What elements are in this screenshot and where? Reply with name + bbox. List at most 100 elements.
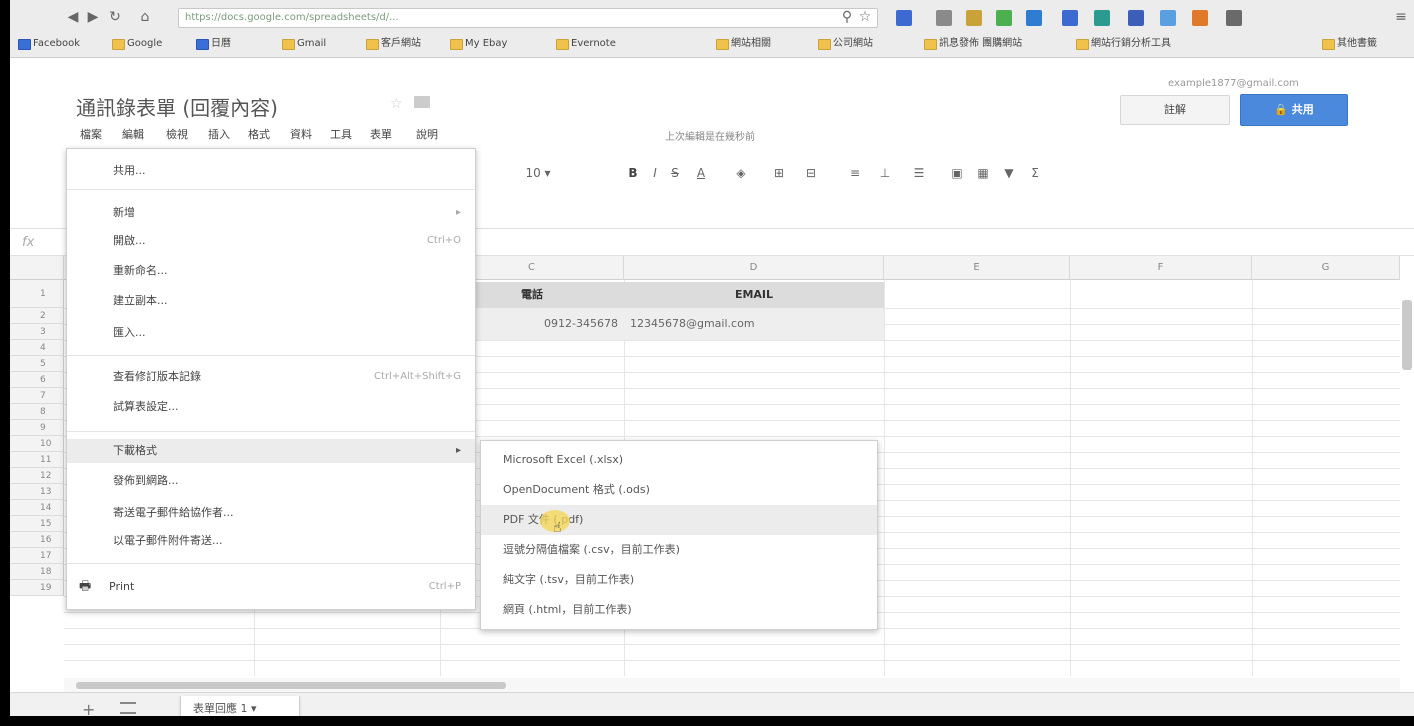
url-bar[interactable]: https://docs.google.com/spreadsheets/d/.… bbox=[178, 8, 878, 28]
extension-icon[interactable] bbox=[1192, 10, 1208, 26]
menu-edit[interactable]: 編輯 bbox=[122, 126, 144, 142]
extension-icon[interactable] bbox=[966, 10, 982, 26]
download-ods[interactable]: OpenDocument 格式 (.ods) bbox=[481, 475, 877, 505]
column-header[interactable]: F bbox=[1070, 256, 1252, 280]
file-menu-publish[interactable]: 發佈到網路... bbox=[67, 469, 475, 493]
cell-email[interactable]: 12345678@gmail.com bbox=[624, 308, 884, 340]
sheet-list-icon[interactable] bbox=[120, 702, 136, 714]
download-tsv[interactable]: 純文字 (.tsv，目前工作表) bbox=[481, 565, 877, 595]
column-header[interactable]: G bbox=[1252, 256, 1400, 280]
file-menu-share[interactable]: 共用... bbox=[67, 159, 475, 183]
shortcut-label: Ctrl+P bbox=[428, 581, 461, 592]
extension-icon[interactable] bbox=[1128, 10, 1144, 26]
share-label: 共用 bbox=[1291, 103, 1314, 116]
file-menu-email-collaborators[interactable]: 寄送電子郵件給協作者... bbox=[67, 501, 475, 525]
submenu-arrow-icon: ▸ bbox=[455, 445, 461, 456]
browser-menu-icon[interactable]: ≡ bbox=[1392, 8, 1410, 26]
bookmark-item[interactable]: Evernote bbox=[556, 37, 616, 51]
file-menu-rename[interactable]: 重新命名... bbox=[67, 259, 475, 283]
italic-icon[interactable]: I bbox=[646, 164, 664, 182]
extension-icon[interactable] bbox=[1160, 10, 1176, 26]
file-menu-email-attachment[interactable]: 以電子郵件附件寄送... bbox=[67, 529, 475, 553]
forward-icon[interactable]: ▶ bbox=[84, 8, 102, 26]
last-edit-hint[interactable]: 上次編輯是在幾秒前 bbox=[665, 128, 755, 143]
bold-icon[interactable]: B bbox=[624, 164, 642, 182]
file-menu-import[interactable]: 匯入... bbox=[67, 321, 475, 345]
download-html[interactable]: 網頁 (.html，目前工作表) bbox=[481, 595, 877, 625]
extension-icon[interactable] bbox=[996, 10, 1012, 26]
download-csv[interactable]: 逗號分隔值檔案 (.csv，目前工作表) bbox=[481, 535, 877, 565]
insert-chart-icon[interactable]: ▦ bbox=[972, 164, 994, 182]
file-menu-make-copy[interactable]: 建立副本... bbox=[67, 289, 475, 313]
chevron-down-icon[interactable]: ▾ bbox=[251, 702, 257, 715]
bookmark-item[interactable]: 其他書籤 bbox=[1322, 37, 1377, 51]
file-menu-print[interactable]: 🖶 Print Ctrl+P bbox=[67, 575, 475, 599]
column-header[interactable]: E bbox=[884, 256, 1070, 280]
back-icon[interactable]: ◀ bbox=[64, 8, 82, 26]
menu-item-label: 重新命名... bbox=[113, 264, 168, 277]
menu-file[interactable]: 檔案 bbox=[80, 126, 102, 142]
share-button[interactable]: 🔒 共用 bbox=[1240, 94, 1348, 126]
fill-color-icon[interactable]: ◈ bbox=[730, 164, 752, 182]
insert-comment-icon[interactable]: ▣ bbox=[946, 164, 968, 182]
bookmark-item[interactable]: 公司網站 bbox=[818, 37, 873, 51]
extension-icon[interactable] bbox=[1026, 10, 1042, 26]
account-email[interactable]: example1877@gmail.com bbox=[1168, 78, 1299, 89]
file-menu-spreadsheet-settings[interactable]: 試算表設定... bbox=[67, 395, 475, 419]
align-bottom-icon[interactable]: ⊥ bbox=[874, 164, 896, 182]
extension-icon[interactable] bbox=[1226, 10, 1242, 26]
bookmark-item[interactable]: 日曆 bbox=[196, 37, 231, 51]
horizontal-scrollbar[interactable] bbox=[76, 682, 506, 689]
extension-icon[interactable] bbox=[936, 10, 952, 26]
vertical-scrollbar[interactable] bbox=[1402, 300, 1412, 370]
menu-view[interactable]: 檢視 bbox=[166, 126, 188, 142]
extension-icon[interactable] bbox=[1094, 10, 1110, 26]
bookmark-item[interactable]: 網站相關 bbox=[716, 37, 771, 51]
borders-icon[interactable]: ⊞ bbox=[768, 164, 790, 182]
menu-item-label: 發佈到網路... bbox=[113, 474, 179, 487]
font-size-dropdown[interactable]: 10 ▾ bbox=[518, 164, 558, 182]
menu-format[interactable]: 格式 bbox=[248, 126, 270, 142]
extension-icon[interactable] bbox=[1062, 10, 1078, 26]
merge-cells-icon[interactable]: ⊟ bbox=[800, 164, 822, 182]
cell-header-email[interactable]: EMAIL bbox=[624, 282, 884, 308]
reload-icon[interactable]: ↻ bbox=[106, 8, 124, 26]
bookmark-item[interactable]: Facebook bbox=[18, 37, 80, 51]
filter-icon[interactable]: ▼ bbox=[998, 164, 1020, 182]
menu-data[interactable]: 資料 bbox=[290, 126, 312, 142]
bookmark-item[interactable]: 網站行銷分析工具 bbox=[1076, 37, 1171, 51]
file-menu-download-as[interactable]: 下載格式 ▸ bbox=[67, 439, 475, 463]
file-menu-open[interactable]: 開啟... Ctrl+O bbox=[67, 229, 475, 253]
bookmark-item[interactable]: 客戶網站 bbox=[366, 37, 421, 51]
column-header[interactable]: D bbox=[624, 256, 884, 280]
search-icon[interactable]: ⚲ bbox=[838, 8, 856, 26]
strikethrough-icon[interactable]: S bbox=[666, 164, 684, 182]
file-menu-revision-history[interactable]: 查看修訂版本記錄 Ctrl+Alt+Shift+G bbox=[67, 365, 475, 389]
bookmark-item[interactable]: Gmail bbox=[282, 37, 326, 51]
bookmark-star-icon[interactable]: ☆ bbox=[856, 8, 874, 26]
menu-insert[interactable]: 插入 bbox=[208, 126, 230, 142]
star-icon[interactable]: ☆ bbox=[390, 96, 403, 112]
align-left-icon[interactable]: ≡ bbox=[844, 164, 866, 182]
comments-button[interactable]: 註解 bbox=[1120, 95, 1230, 125]
sheet-tab-label: 表單回應 1 bbox=[193, 702, 248, 715]
extension-icon[interactable] bbox=[896, 10, 912, 26]
file-menu-new[interactable]: 新增 ▸ bbox=[67, 201, 475, 225]
bookmark-item[interactable]: Google bbox=[112, 37, 162, 51]
menu-form[interactable]: 表單 bbox=[370, 126, 392, 142]
text-color-icon[interactable]: A bbox=[690, 164, 712, 182]
home-icon[interactable]: ⌂ bbox=[136, 8, 154, 26]
menu-item-label: 新增 bbox=[113, 206, 135, 219]
menu-help[interactable]: 說明 bbox=[416, 126, 438, 142]
folder-icon[interactable] bbox=[414, 96, 430, 108]
menu-item-label: 查看修訂版本記錄 bbox=[113, 370, 201, 383]
download-xlsx[interactable]: Microsoft Excel (.xlsx) bbox=[481, 445, 877, 475]
menu-item-label: 以電子郵件附件寄送... bbox=[113, 534, 223, 547]
menu-tools[interactable]: 工具 bbox=[330, 126, 352, 142]
bookmark-item[interactable]: 訊息發佈 團購網站 bbox=[924, 37, 1022, 51]
bookmark-item[interactable]: My Ebay bbox=[450, 37, 507, 51]
functions-icon[interactable]: Σ bbox=[1024, 164, 1046, 182]
wrap-text-icon[interactable]: ☰ bbox=[908, 164, 930, 182]
download-as-submenu: Microsoft Excel (.xlsx) OpenDocument 格式 … bbox=[480, 440, 878, 630]
document-title[interactable]: 通訊錄表單 (回覆內容) bbox=[76, 92, 278, 121]
